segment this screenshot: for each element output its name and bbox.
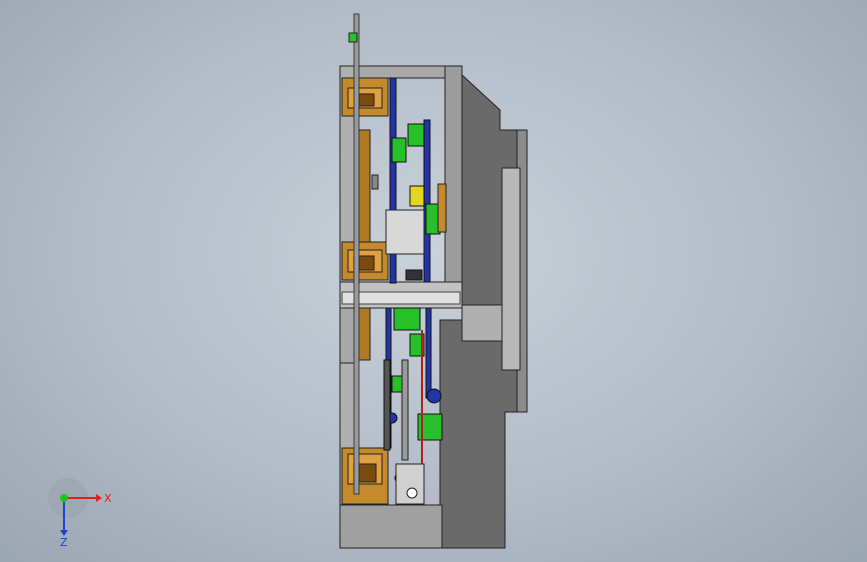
z-axis-label: Z [60, 536, 68, 548]
y-axis-dot [60, 494, 68, 502]
cad-viewport[interactable]: X Z [0, 0, 867, 562]
axis-triad: X Z [48, 478, 112, 548]
upper-gray-block [385, 209, 425, 255]
upper-gray-small [371, 174, 379, 190]
assembly-model[interactable] [0, 0, 867, 562]
blue-rail-lower-right [425, 307, 432, 399]
orange-column-lower [357, 307, 371, 361]
blue-bearing-1 [426, 388, 442, 404]
x-axis-label: X [104, 492, 112, 505]
green-block-lower-1 [393, 307, 421, 331]
rod-green-cap [348, 32, 358, 43]
orange-column-upper [357, 129, 371, 243]
green-block-1 [391, 137, 407, 163]
side-slot [501, 167, 521, 371]
orange-bracket-top [341, 77, 389, 117]
lower-gray-shaft [401, 359, 409, 461]
orange-side-plate [437, 183, 447, 233]
frame-bottom-plate [339, 504, 443, 549]
lower-dark-post [383, 359, 391, 451]
orange-bracket-bottom [341, 447, 389, 505]
x-axis-arrow [96, 494, 102, 502]
pivot-hole [406, 487, 418, 499]
frame-mid-plate-inner [341, 291, 461, 305]
blue-rail-right [423, 119, 431, 283]
green-block-2 [407, 123, 425, 147]
yellow-block [409, 185, 425, 207]
frame-right-post [444, 65, 463, 307]
vertical-rod [353, 13, 360, 495]
orange-bracket-middle [341, 241, 389, 281]
dark-pulley-upper [405, 269, 423, 281]
side-step [461, 304, 503, 342]
